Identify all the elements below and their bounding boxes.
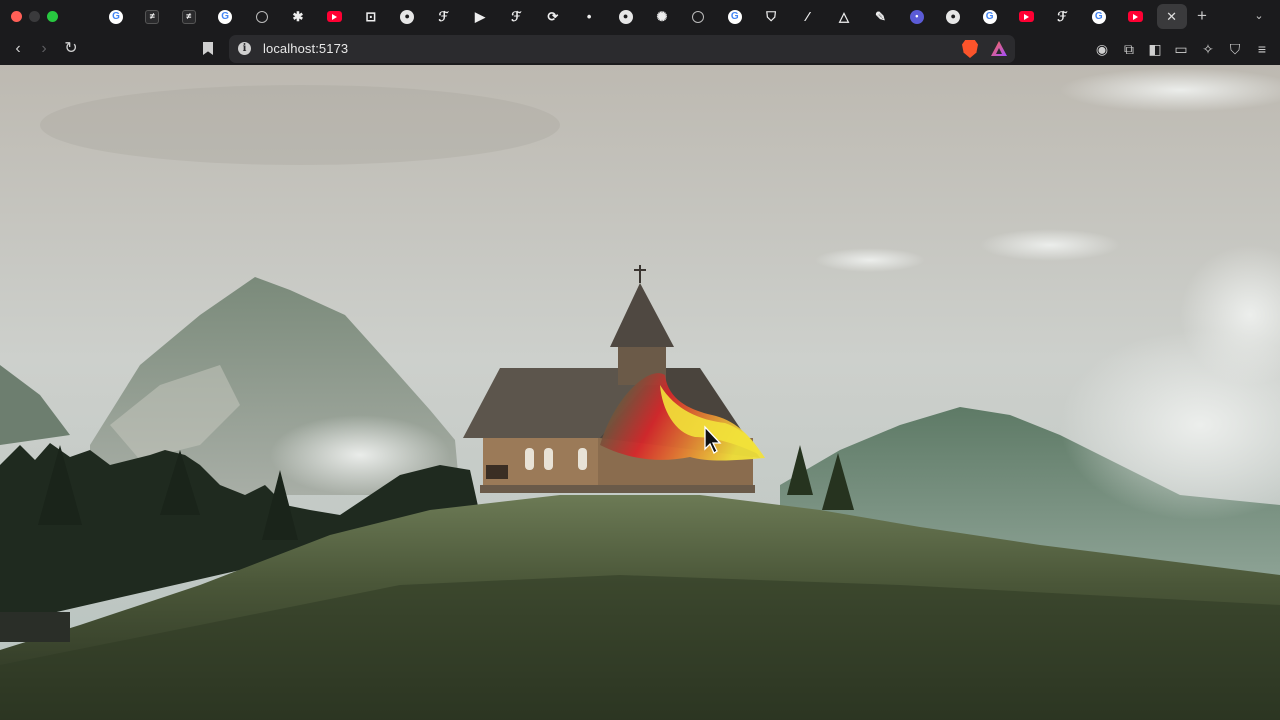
tab-active[interactable]: ✕: [1156, 4, 1187, 29]
shed: [0, 612, 70, 642]
youtube-icon: [1018, 11, 1034, 22]
google-icon: G: [109, 9, 123, 24]
tab[interactable]: ▶: [465, 4, 495, 29]
tab[interactable]: [247, 4, 277, 29]
cloud: [40, 85, 560, 165]
vpn-shield-icon[interactable]: ⛉: [1226, 40, 1244, 58]
youtube-icon: [1127, 11, 1143, 22]
app-icon: ⁄: [806, 9, 809, 24]
tab[interactable]: △: [829, 4, 859, 29]
tab[interactable]: ✱: [283, 4, 313, 29]
forward-button[interactable]: ›: [34, 39, 54, 59]
close-icon: ✕: [1166, 9, 1178, 24]
dot-icon: •: [586, 9, 592, 24]
grammarly-icon: G: [218, 9, 233, 24]
tab[interactable]: ℱ: [429, 4, 459, 29]
sync-icon: ⟳: [547, 9, 559, 24]
cloud: [980, 229, 1120, 261]
framer-icon: ℱ: [1057, 9, 1068, 24]
tab[interactable]: G: [210, 4, 240, 29]
tab[interactable]: G: [1084, 4, 1114, 29]
app-icon: ≠: [145, 9, 160, 24]
asterisk-icon: ✱: [292, 9, 304, 24]
url-text[interactable]: localhost:5173: [263, 41, 348, 56]
tab[interactable]: ⟳: [538, 4, 568, 29]
shield-icon: ⛉: [766, 9, 777, 24]
browser-toolbar: ‹ › ↻ i localhost:5173 ◉ ⧉ ◧ ▭ ✧ ⛉ ≡: [0, 33, 1280, 65]
menu-icon[interactable]: ≡: [1253, 40, 1271, 58]
wallet-icon[interactable]: ▭: [1172, 40, 1190, 58]
brave-rewards-icon[interactable]: [991, 41, 1007, 56]
cloud: [815, 248, 925, 272]
globe-icon: [692, 10, 705, 23]
window-close-button[interactable]: [11, 11, 22, 22]
github-icon: ●: [400, 9, 415, 24]
github-icon: ●: [946, 9, 961, 24]
tab[interactable]: ℱ: [1047, 4, 1077, 29]
address-bar[interactable]: i localhost:5173: [229, 35, 1015, 63]
leo-ai-icon[interactable]: ◉: [1093, 40, 1111, 58]
tab-strip: G ≠ ≠ G ✱ ⊡ ● ℱ ▶ ℱ ⟳ • ● ✺ G ⛉ ⁄ △ ✎ • ● G ℱ G ✕ + ⌄: [0, 0, 1280, 33]
tab[interactable]: ⛉: [756, 4, 786, 29]
triangle-icon: △: [839, 9, 849, 24]
tab[interactable]: ⁄: [793, 4, 823, 29]
tab[interactable]: ≠: [137, 4, 167, 29]
google-icon: G: [727, 9, 742, 24]
tab[interactable]: G: [720, 4, 750, 29]
window-maximize-button[interactable]: [47, 11, 58, 22]
tab[interactable]: ●: [392, 4, 422, 29]
tab-search-button[interactable]: ⌄: [1250, 7, 1268, 25]
app-icon: ≠: [181, 9, 196, 24]
framer-icon: ℱ: [438, 9, 449, 24]
back-button[interactable]: ‹: [8, 39, 28, 59]
google-icon: G: [1091, 9, 1106, 24]
openai-icon: ✺: [656, 9, 668, 24]
app-icon: ✎: [874, 9, 886, 24]
globe-icon: [255, 10, 268, 23]
tab[interactable]: G: [975, 4, 1005, 29]
tab[interactable]: ℱ: [501, 4, 531, 29]
window-minimize-button[interactable]: [29, 11, 40, 22]
page-viewport: [0, 65, 1280, 720]
bookmark-icon[interactable]: [200, 40, 216, 58]
tab[interactable]: ✺: [647, 4, 677, 29]
reload-button[interactable]: ↻: [61, 39, 81, 59]
tab[interactable]: ✎: [865, 4, 895, 29]
tab[interactable]: G: [101, 4, 131, 29]
play-icon: ▶: [475, 9, 485, 24]
app-icon: •: [909, 9, 924, 24]
tab[interactable]: ●: [611, 4, 641, 29]
google-icon: G: [982, 9, 997, 24]
tab[interactable]: •: [902, 4, 932, 29]
youtube-icon: [326, 11, 342, 22]
ai-sparkle-icon[interactable]: ✧: [1199, 40, 1217, 58]
sidebar-icon[interactable]: ◧: [1146, 40, 1164, 58]
hero-image: [0, 65, 1280, 720]
app-icon: ⊡: [365, 9, 377, 24]
site-info-icon[interactable]: i: [238, 42, 251, 55]
tab[interactable]: ●: [938, 4, 968, 29]
tab[interactable]: •: [574, 4, 604, 29]
new-tab-button[interactable]: +: [1193, 7, 1211, 25]
extensions-icon[interactable]: ⧉: [1120, 40, 1138, 58]
tab[interactable]: [683, 4, 713, 29]
tab[interactable]: [319, 4, 349, 29]
framer-icon: ℱ: [511, 9, 522, 24]
brave-shields-icon[interactable]: [962, 40, 978, 58]
github-icon: ●: [618, 9, 633, 24]
tab[interactable]: [1011, 4, 1041, 29]
tab[interactable]: [1120, 4, 1150, 29]
tab[interactable]: ⊡: [356, 4, 386, 29]
tab[interactable]: ≠: [174, 4, 204, 29]
